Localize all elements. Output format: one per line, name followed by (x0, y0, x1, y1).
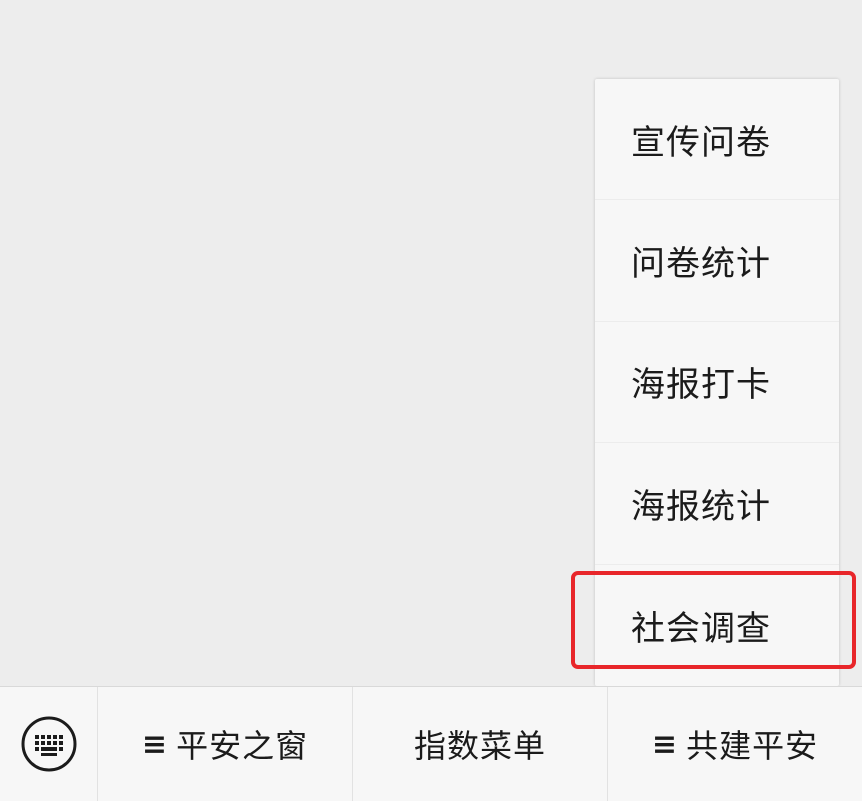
menu-item-poster-checkin[interactable]: 海报打卡 (595, 322, 839, 444)
menu-item-propaganda-survey[interactable]: 宣传问卷 (595, 79, 839, 201)
keyboard-icon (21, 716, 76, 772)
tab-label: 指数菜单 (413, 727, 546, 765)
menu-item-label: 海报统计 (631, 486, 771, 527)
menu-list-icon: ≡ (651, 726, 679, 762)
menu-item-social-survey[interactable]: 社会调查 (595, 565, 839, 686)
keyboard-toggle-button[interactable] (0, 687, 98, 801)
tab-label: 平安之窗 (176, 727, 309, 765)
menu-item-poster-stats[interactable]: 海报统计 (595, 443, 839, 565)
menu-item-label: 宣传问卷 (631, 122, 771, 163)
menu-item-label: 问卷统计 (631, 244, 771, 285)
bottom-menu-bar: ≡ 平安之窗 指数菜单 ≡ 共建平安 (0, 686, 862, 801)
tab-pingan-window[interactable]: ≡ 平安之窗 (98, 687, 353, 801)
popup-menu: 宣传问卷 问卷统计 海报打卡 海报统计 社会调查 (595, 79, 839, 686)
menu-item-label: 社会调查 (631, 608, 771, 649)
tab-index-menu[interactable]: 指数菜单 (353, 687, 608, 801)
menu-list-icon: ≡ (141, 726, 169, 762)
menu-item-survey-stats[interactable]: 问卷统计 (595, 200, 839, 322)
tab-label: 共建平安 (686, 727, 819, 765)
tab-build-pingan[interactable]: ≡ 共建平安 (608, 687, 862, 801)
menu-item-label: 海报打卡 (631, 365, 771, 406)
